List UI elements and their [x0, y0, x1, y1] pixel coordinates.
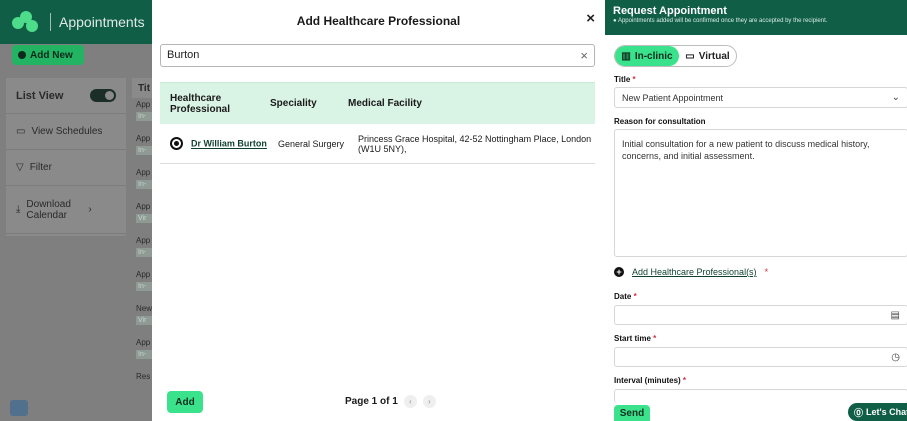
required-mark: * [653, 334, 657, 343]
in-clinic-label: In-clinic [634, 50, 673, 62]
table-header: Healthcare Professional Speciality Medic… [160, 82, 595, 124]
list-item-title: App [136, 202, 151, 211]
send-button[interactable]: Send [614, 405, 650, 421]
filter-label: Filter [29, 162, 52, 173]
lets-chat-button[interactable]: ⓪ Let's Chat [848, 403, 907, 421]
date-label: Date * [614, 292, 637, 301]
app-title: Appointments [59, 14, 145, 30]
side-nav: List View ▭ View Schedules ▽ Filter ⤓ Do… [6, 78, 126, 236]
search-input[interactable]: Burton × [160, 44, 595, 67]
add-hp-link-text[interactable]: Add Healthcare Professional(s) [632, 267, 757, 277]
title-select[interactable]: New Patient Appointment ⌄ [614, 87, 907, 108]
download-icon: ⤓ [16, 204, 21, 215]
interval-label: Interval (minutes) * [614, 376, 686, 385]
select-radio[interactable] [170, 137, 183, 150]
help-circle-icon: ⓪ [854, 407, 864, 418]
professional-name-link[interactable]: Dr William Burton [191, 139, 267, 149]
mode-in-clinic[interactable]: ▥ In-clinic [615, 46, 679, 66]
required-mark: * [632, 75, 636, 84]
list-view-label: List View [16, 89, 64, 102]
panel-subtitle-text: Appointments added will be confirmed onc… [617, 18, 828, 24]
list-view-toggle[interactable] [90, 89, 116, 102]
clock-icon[interactable]: ◷ [891, 352, 900, 363]
virtual-label: Virtual [698, 50, 730, 62]
title-select-value: New Patient Appointment [622, 92, 724, 103]
plus-circle-icon [18, 51, 26, 59]
date-label-text: Date [614, 292, 632, 301]
search-input-value: Burton [167, 49, 200, 61]
table-row[interactable]: Dr William Burton General Surgery Prince… [160, 124, 595, 164]
professional-cell: Dr William Burton [160, 137, 270, 150]
request-appointment-panel: Request Appointment ● Appointments added… [605, 0, 907, 421]
list-item-title: App [136, 338, 151, 347]
list-item-title: App [136, 168, 151, 177]
recaptcha-icon [10, 400, 28, 416]
start-time-label: Start time * [614, 334, 656, 343]
column-header-professional: Healthcare Professional [170, 92, 231, 115]
required-mark: * [682, 376, 687, 385]
mode-toggle: ▥ In-clinic ▭ Virtual [614, 45, 737, 67]
lets-chat-label: Let's Chat [866, 407, 907, 417]
interval-field[interactable] [614, 389, 907, 403]
add-new-label: Add New [30, 49, 73, 61]
date-field[interactable]: ▤ [614, 305, 907, 325]
view-schedules-label: View Schedules [31, 126, 103, 137]
video-icon: ▭ [685, 50, 695, 62]
list-item-title: App [136, 270, 151, 279]
next-page-icon[interactable]: › [422, 395, 436, 408]
required-mark: * [764, 267, 769, 277]
mode-virtual[interactable]: ▭ Virtual [679, 46, 736, 66]
chevron-right-icon: › [88, 204, 92, 215]
clear-search-icon[interactable]: × [580, 48, 588, 63]
page-indicator: Page 1 of 1 [345, 396, 398, 407]
plus-circle-icon: + [614, 267, 624, 277]
side-item-list-view[interactable]: List View [6, 78, 126, 114]
reason-label: Reason for consultation [614, 117, 706, 126]
start-time-field[interactable]: ◷ [614, 347, 907, 367]
side-item-download-calendar[interactable]: ⤓ Download Calendar › [6, 186, 126, 234]
list-item-title: New [136, 304, 153, 313]
facility-cell: Princess Grace Hospital, 42-52 Nottingha… [358, 133, 592, 154]
required-mark: * [633, 292, 637, 301]
list-item-title: App [136, 236, 151, 245]
panel-title: Request Appointment [613, 5, 727, 17]
list-item-title: App [136, 100, 151, 109]
title-label-text: Title [614, 75, 631, 84]
side-item-filter[interactable]: ▽ Filter [6, 150, 126, 186]
modal-footer: Add Page 1 of 1 ‹ › [152, 391, 605, 421]
panel-subtitle: ● Appointments added will be confirmed o… [613, 18, 828, 24]
results-table: Healthcare Professional Speciality Medic… [160, 82, 595, 164]
pagination: Page 1 of 1 ‹ › [345, 395, 436, 408]
prev-page-icon[interactable]: ‹ [403, 395, 417, 408]
title-label: Title * [614, 75, 636, 84]
start-time-label-text: Start time [614, 334, 651, 343]
app-header: Appointments [0, 0, 155, 44]
download-calendar-label: Download Calendar [26, 198, 71, 221]
calendar-icon[interactable]: ▤ [891, 310, 900, 321]
add-healthcare-professional-modal: Add Healthcare Professional × Burton × H… [152, 0, 605, 421]
calendar-icon: ▭ [16, 126, 26, 137]
column-header-speciality: Speciality [270, 98, 317, 109]
header-divider [50, 13, 51, 31]
panel-header: Request Appointment ● Appointments added… [605, 0, 907, 35]
list-item-title: App [136, 134, 151, 143]
interval-label-text: Interval (minutes) [614, 376, 681, 385]
close-icon[interactable]: × [586, 10, 595, 27]
speciality-cell: General Surgery [278, 138, 345, 149]
map-icon: ▥ [621, 50, 631, 62]
side-item-view-schedules[interactable]: ▭ View Schedules [6, 114, 126, 150]
app-logo-icon [12, 11, 40, 33]
modal-title: Add Healthcare Professional [296, 14, 461, 28]
chevron-down-icon: ⌄ [891, 92, 900, 103]
add-healthcare-professional-link[interactable]: + Add Healthcare Professional(s) * [614, 267, 768, 277]
column-header-facility: Medical Facility [348, 98, 422, 109]
list-item-title: Res [136, 372, 151, 381]
filter-icon: ▽ [16, 162, 24, 173]
reason-textarea[interactable]: Initial consultation for a new patient t… [614, 129, 907, 257]
add-new-button[interactable]: Add New [12, 45, 84, 65]
add-button[interactable]: Add [167, 391, 203, 413]
